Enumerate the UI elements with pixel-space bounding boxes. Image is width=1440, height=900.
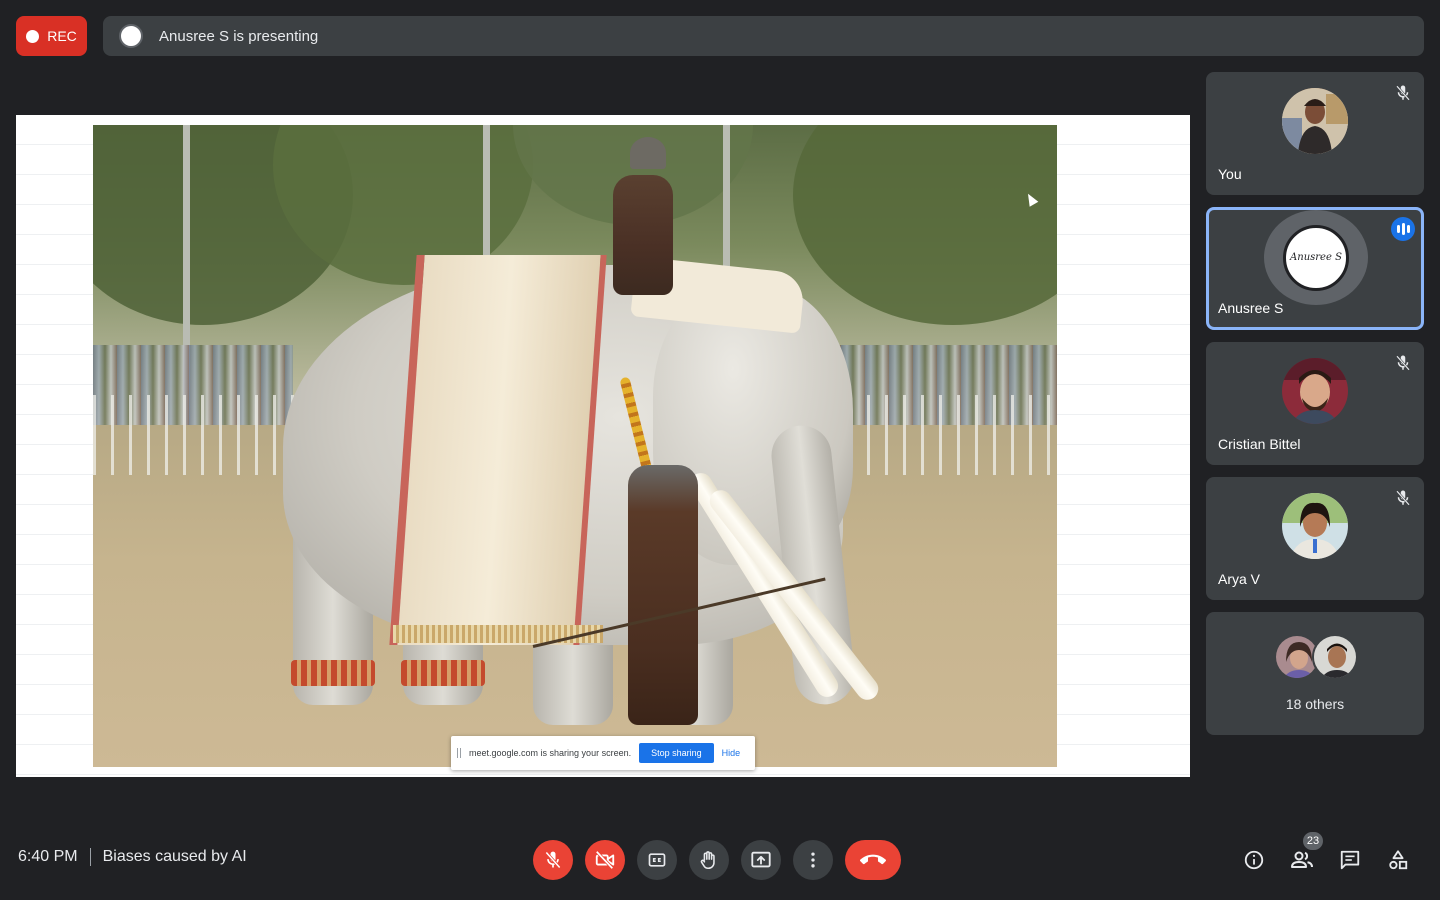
- more-vert-icon: [811, 852, 815, 868]
- present-screen-icon: [751, 851, 771, 868]
- hand-icon: [700, 851, 715, 870]
- people-button[interactable]: [1290, 848, 1314, 872]
- activities-button[interactable]: [1386, 848, 1410, 872]
- info-icon: [1244, 850, 1264, 870]
- share-notice-text: meet.google.com is sharing your screen.: [469, 748, 632, 758]
- record-dot-icon: [26, 29, 40, 43]
- presenting-banner: Anusree S is presenting: [103, 16, 1424, 56]
- participant-name: Arya V: [1218, 571, 1261, 587]
- people-count-badge: 23: [1303, 832, 1323, 850]
- raise-hand-button[interactable]: [689, 840, 729, 880]
- others-avatar-stack: [1274, 634, 1384, 680]
- camera-toggle-button[interactable]: [585, 840, 625, 880]
- participant-name: You: [1218, 166, 1242, 182]
- microphone-toggle-button[interactable]: [533, 840, 573, 880]
- present-now-button[interactable]: [741, 840, 781, 880]
- others-count-label: 18 others: [1285, 696, 1345, 712]
- leave-call-button[interactable]: [845, 840, 901, 880]
- shared-screen: meet.google.com is sharing your screen. …: [16, 115, 1190, 777]
- recording-label: REC: [47, 28, 77, 44]
- stop-sharing-button[interactable]: Stop sharing: [639, 743, 714, 763]
- avatar: Anusree S: [1283, 224, 1349, 291]
- screen-share-notification: meet.google.com is sharing your screen. …: [451, 736, 755, 770]
- meeting-details-button[interactable]: [1242, 848, 1266, 872]
- shapes-icon: [1389, 850, 1408, 870]
- captions-button[interactable]: [637, 840, 677, 880]
- others-tile[interactable]: 18 others: [1206, 612, 1424, 735]
- divider: [89, 848, 91, 866]
- mic-off-icon: [545, 851, 561, 869]
- avatar: [1312, 634, 1358, 680]
- more-options-button[interactable]: [793, 840, 833, 880]
- drag-handle-icon[interactable]: [457, 748, 461, 758]
- participant-name: Anusree S: [1218, 300, 1284, 316]
- recording-indicator[interactable]: REC: [16, 16, 87, 56]
- video-off-icon: [595, 850, 615, 870]
- meeting-info: 6:40 PM Biases caused by AI: [18, 848, 247, 866]
- people-icon: [1291, 851, 1313, 868]
- hide-notice-link[interactable]: Hide: [722, 748, 741, 758]
- mic-off-icon: [1396, 490, 1410, 506]
- avatar-photo-icon: [1282, 493, 1348, 559]
- avatar: [1282, 88, 1348, 154]
- avatar: [1282, 493, 1348, 559]
- participant-tile-arya[interactable]: Arya V: [1206, 477, 1424, 600]
- mic-off-icon: [1396, 355, 1410, 371]
- presenter-avatar: [119, 24, 143, 48]
- speaking-indicator-icon: [1391, 217, 1415, 241]
- participant-name: Cristian Bittel: [1218, 436, 1301, 452]
- speaking-ring: Anusree S: [1264, 210, 1368, 305]
- mic-off-icon: [1396, 85, 1410, 101]
- participant-tile-cristian[interactable]: Cristian Bittel: [1206, 342, 1424, 465]
- avatar-photo-icon: [1282, 358, 1348, 424]
- participant-tile-you[interactable]: You: [1206, 72, 1424, 195]
- current-time: 6:40 PM: [18, 848, 78, 865]
- participant-tile-anusree[interactable]: Anusree S Anusree S: [1206, 207, 1424, 330]
- call-end-icon: [860, 854, 886, 865]
- avatar-logo-text: Anusree S: [1290, 252, 1342, 263]
- meeting-title: Biases caused by AI: [102, 848, 247, 865]
- presenting-text: Anusree S is presenting: [159, 27, 319, 45]
- avatar: [1282, 358, 1348, 424]
- slide-photo: [93, 125, 1057, 767]
- chat-button[interactable]: [1338, 848, 1362, 872]
- avatar-photo-icon: [1282, 88, 1348, 154]
- chat-icon: [1340, 850, 1360, 870]
- cc-icon: [648, 853, 666, 867]
